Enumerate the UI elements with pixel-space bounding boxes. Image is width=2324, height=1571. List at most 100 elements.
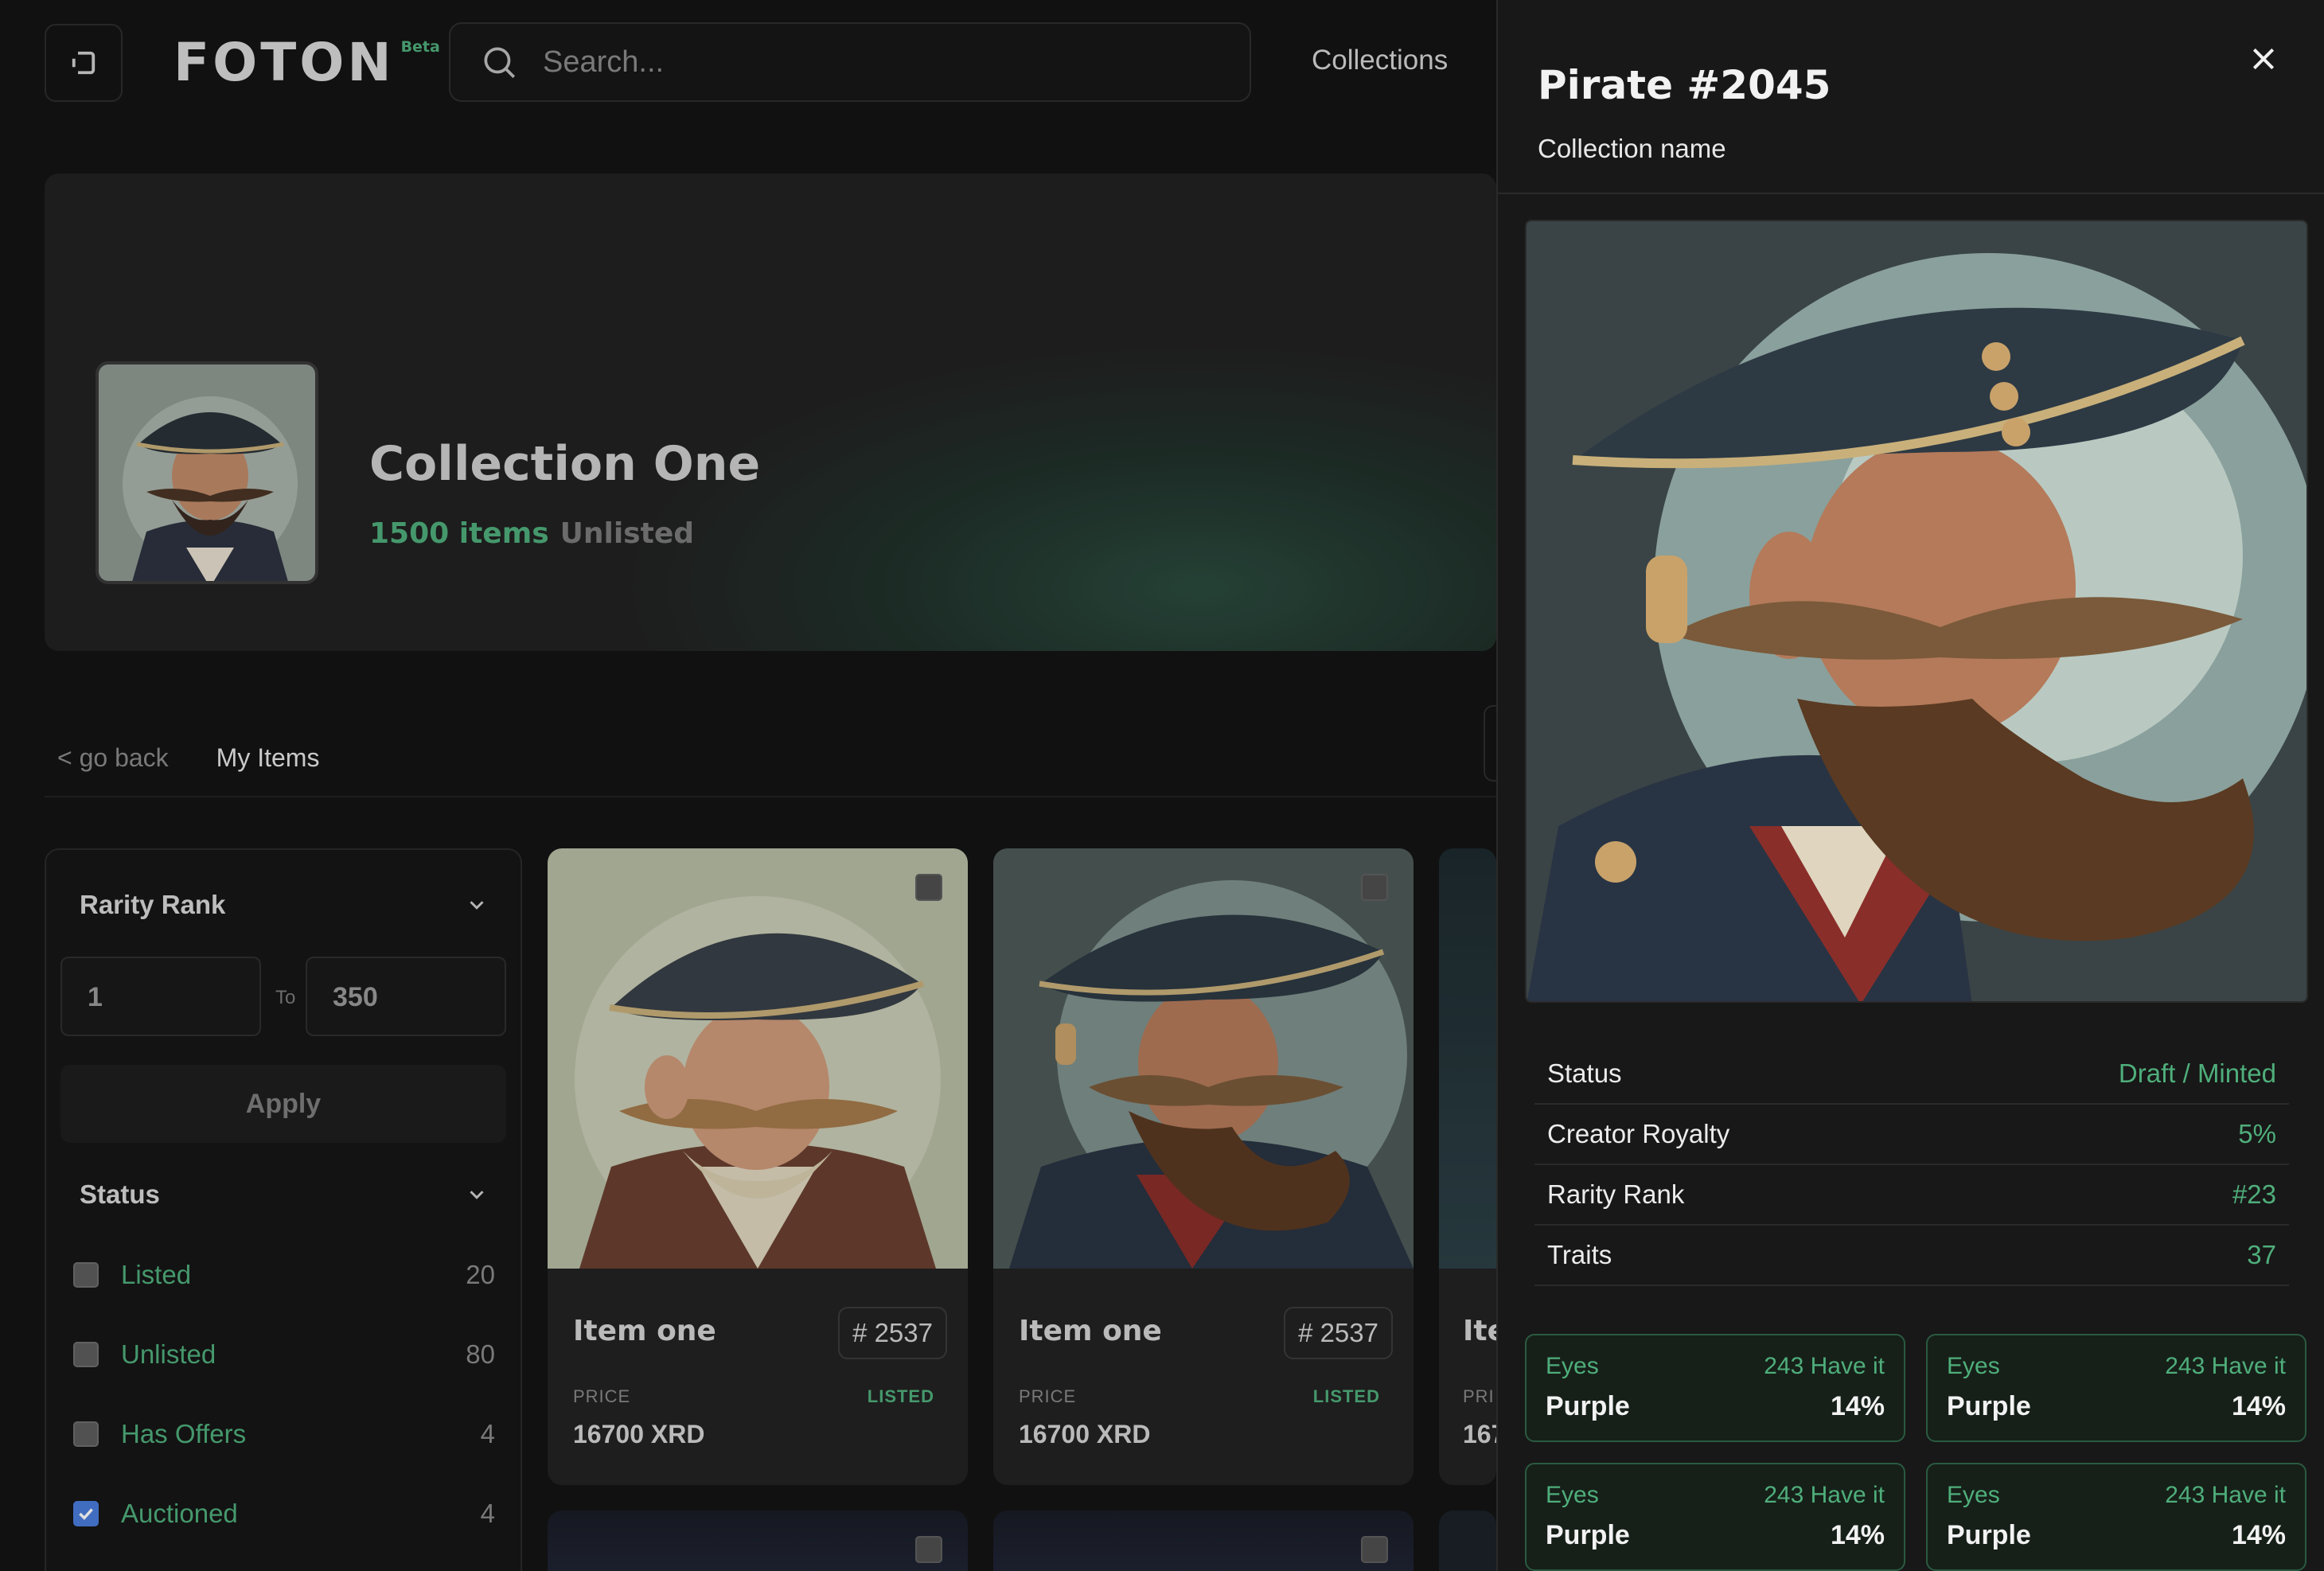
- item-select-checkbox[interactable]: [915, 874, 942, 901]
- collection-status: Unlisted: [560, 517, 695, 550]
- item-price: 167: [1463, 1420, 1496, 1448]
- search-input[interactable]: [543, 45, 1227, 80]
- item-select-checkbox[interactable]: [1361, 1536, 1388, 1563]
- trait-holders: 243 Have it: [2165, 1353, 2286, 1379]
- sidebar-toggle-icon: [72, 51, 96, 75]
- trait-percent: 14%: [1830, 1520, 1885, 1550]
- item-select-checkbox[interactable]: [915, 1536, 942, 1563]
- trait-holders: 243 Have it: [2165, 1482, 2286, 1508]
- my-items-tab[interactable]: My Items: [216, 743, 320, 772]
- search-bar[interactable]: [449, 22, 1251, 102]
- status-option-unlisted[interactable]: Unlisted 80: [73, 1331, 495, 1378]
- close-icon[interactable]: [2248, 43, 2279, 75]
- price-label: PRICE: [1019, 1386, 1077, 1406]
- item-card[interactable]: [548, 1511, 968, 1571]
- collection-avatar: [96, 361, 318, 584]
- rarity-min-input[interactable]: 1: [60, 957, 261, 1036]
- info-value: 37: [2247, 1240, 2276, 1269]
- rarity-rank-header[interactable]: Rarity Rank: [80, 890, 225, 920]
- item-image: [993, 848, 1414, 1269]
- divider: [45, 796, 1496, 797]
- collection-title: Collection One: [369, 436, 761, 492]
- trait-holders: 243 Have it: [1764, 1482, 1885, 1508]
- item-price: 16700 XRD: [573, 1420, 705, 1448]
- checkbox-checked[interactable]: [73, 1501, 99, 1526]
- info-label: Traits: [1547, 1240, 1612, 1269]
- info-row-status: Status Draft / Minted: [1534, 1044, 2289, 1105]
- checkbox[interactable]: [73, 1342, 99, 1367]
- status-option-label: Auctioned: [121, 1499, 238, 1528]
- beta-badge: Beta: [400, 38, 440, 56]
- trait-value: Purple: [1947, 1520, 2031, 1550]
- nav-collections-link[interactable]: Collections: [1312, 45, 1448, 76]
- item-detail-image: [1525, 220, 2308, 1003]
- trait-type: Eyes: [1546, 1353, 1599, 1379]
- trait-percent: 14%: [2231, 1520, 2286, 1550]
- trait-value: Purple: [1546, 1520, 1630, 1550]
- trait-percent: 14%: [2231, 1391, 2286, 1421]
- filter-sidebar: Rarity Rank 1 To 350 Apply Status Listed…: [45, 848, 522, 1571]
- item-detail-drawer: Pirate #2045 Collection name Status Draf…: [1496, 0, 2324, 1571]
- trait-card[interactable]: Eyes 243 Have it Purple 14%: [1926, 1463, 2306, 1571]
- checkbox[interactable]: [73, 1421, 99, 1447]
- listing-status: LISTED: [867, 1386, 934, 1406]
- item-number-badge: # 2537: [1284, 1307, 1393, 1359]
- trait-percent: 14%: [1830, 1391, 1885, 1421]
- trait-value: Purple: [1947, 1391, 2031, 1421]
- item-card[interactable]: Item one # 2537 PRICE LISTED 16700 XRD: [993, 848, 1414, 1485]
- logo-text: FOTON: [174, 32, 395, 93]
- trait-card[interactable]: Eyes 243 Have it Purple 14%: [1926, 1334, 2306, 1442]
- trait-card[interactable]: Eyes 243 Have it Purple 14%: [1525, 1334, 1905, 1442]
- item-select-checkbox[interactable]: [1361, 874, 1388, 901]
- status-option-count: 4: [480, 1419, 495, 1448]
- chevron-down-icon[interactable]: [465, 1183, 489, 1207]
- collection-meta: 1500 items Unlisted: [369, 517, 694, 550]
- item-card[interactable]: Item one # 2537 PRICE LISTED 16700 XRD: [548, 848, 968, 1485]
- go-back-link[interactable]: < go back: [57, 743, 169, 772]
- item-card[interactable]: [993, 1511, 1414, 1571]
- collection-hero-banner: Collection One 1500 items Unlisted: [45, 173, 1496, 651]
- info-row-traits: Traits 37: [1534, 1226, 2289, 1286]
- status-option-count: 4: [480, 1499, 495, 1528]
- trait-card[interactable]: Eyes 243 Have it Purple 14%: [1525, 1463, 1905, 1571]
- info-row-rarity-rank: Rarity Rank #23: [1534, 1165, 2289, 1226]
- status-header[interactable]: Status: [80, 1179, 160, 1210]
- item-name: Ite: [1463, 1315, 1496, 1347]
- item-detail-collection[interactable]: Collection name: [1538, 134, 1726, 164]
- item-card-partial[interactable]: [1439, 1511, 1496, 1571]
- status-option-listed[interactable]: Listed 20: [73, 1251, 495, 1299]
- price-label: PRICE: [573, 1386, 631, 1406]
- foton-logo[interactable]: FOTON Beta: [174, 35, 440, 91]
- apply-button[interactable]: Apply: [60, 1065, 506, 1143]
- collection-items-count: 1500 items: [369, 517, 549, 550]
- chevron-down-icon[interactable]: [465, 893, 489, 917]
- status-option-count: 20: [466, 1260, 495, 1289]
- status-option-auctioned[interactable]: Auctioned 4: [73, 1490, 495, 1538]
- item-card-partial[interactable]: Ite PRI 167: [1439, 848, 1496, 1485]
- breadcrumb: < go back My Items: [57, 743, 319, 773]
- range-to-label: To: [275, 987, 296, 1008]
- search-icon: [484, 47, 516, 79]
- info-label: Status: [1547, 1058, 1622, 1088]
- item-image: [1439, 848, 1496, 1269]
- item-detail-title: Pirate #2045: [1538, 62, 1831, 108]
- top-bar: FOTON Beta Collections: [0, 0, 1496, 124]
- item-name: Item one: [573, 1315, 716, 1347]
- rarity-max-input[interactable]: 350: [306, 957, 506, 1036]
- status-option-has-offers[interactable]: Has Offers 4: [73, 1410, 495, 1458]
- item-price: 16700 XRD: [1019, 1420, 1151, 1448]
- status-option-label: Listed: [121, 1260, 192, 1289]
- trait-type: Eyes: [1546, 1482, 1599, 1508]
- listing-status: LISTED: [1312, 1386, 1380, 1406]
- checkbox[interactable]: [73, 1262, 99, 1288]
- trait-holders: 243 Have it: [1764, 1353, 1885, 1379]
- item-image: [548, 848, 968, 1269]
- trait-type: Eyes: [1947, 1482, 2000, 1508]
- item-name: Item one: [1019, 1315, 1162, 1347]
- divider: [1498, 193, 2324, 194]
- info-label: Rarity Rank: [1547, 1179, 1685, 1209]
- info-value: 5%: [2238, 1119, 2276, 1148]
- sidebar-toggle-button[interactable]: [45, 24, 123, 102]
- info-value: #23: [2232, 1179, 2276, 1209]
- price-label: PRI: [1463, 1386, 1495, 1406]
